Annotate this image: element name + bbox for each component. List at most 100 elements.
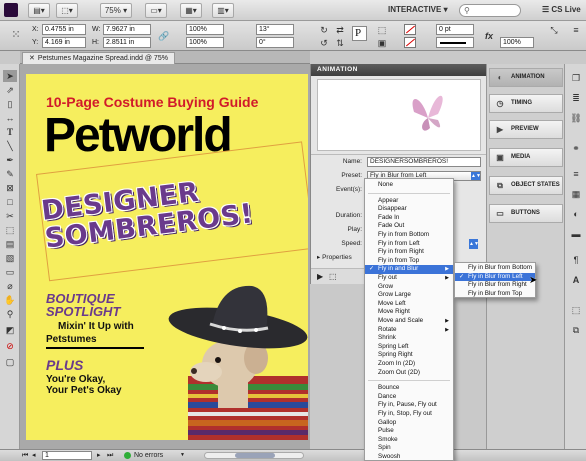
document-tab[interactable]: ✕ Petstumes Magazine Spread.indd @ 75% <box>22 52 175 64</box>
panel-button-media[interactable]: ▣ MEDIA <box>489 148 563 167</box>
preview-spread-icon[interactable]: ▶ <box>317 272 323 281</box>
fill-stroke-icon[interactable]: ◩ <box>3 324 17 336</box>
menu-item[interactable]: Zoom In (2D) <box>365 360 453 369</box>
menu-item[interactable]: Swoosh <box>365 453 453 461</box>
arrange-documents-button[interactable]: ▦▾ <box>180 3 202 18</box>
auto-fit-icon[interactable]: ⤡ <box>548 24 560 36</box>
menu-item[interactable]: Shrink <box>365 334 453 343</box>
menu-item[interactable]: Fly in from Left <box>365 240 453 249</box>
submenu-item[interactable]: Fly in Blur from Top <box>455 290 535 299</box>
flip-vertical-icon[interactable]: ⇅ <box>334 37 346 49</box>
y-position-field[interactable]: 4.169 in <box>42 37 86 48</box>
apply-none-icon[interactable]: ⊘ <box>3 340 17 352</box>
paragraph-styles-icon[interactable]: ¶ <box>570 254 582 266</box>
hyperlinks-panel-icon[interactable]: ⚭ <box>570 142 582 154</box>
rectangle-frame-icon[interactable]: ⊠ <box>3 182 17 194</box>
pen-tool-icon[interactable]: ✒ <box>3 154 17 166</box>
reference-point-icon[interactable]: ⁙ <box>10 29 22 41</box>
swatches-panel-icon[interactable]: ▦ <box>570 188 582 200</box>
view-mode-icon[interactable]: ▢ <box>3 356 17 368</box>
panel-button-buttons[interactable]: ▭ BUTTONS <box>489 204 563 223</box>
menu-item[interactable]: Zoom Out (2D) <box>365 369 453 378</box>
menu-item[interactable]: Fly in, Pause, Fly out <box>365 401 453 410</box>
horizontal-scrollbar[interactable] <box>204 452 304 459</box>
submenu-item[interactable]: ✓ Fly in Blur from Left <box>455 272 535 282</box>
preflight-menu-icon[interactable]: ▼ <box>180 450 185 461</box>
rotate-ccw-icon[interactable]: ↺ <box>318 37 330 49</box>
menu-item[interactable]: Appear <box>365 197 453 206</box>
rectangle-tool-icon[interactable]: □ <box>3 196 17 208</box>
effects-fx-icon[interactable]: fx <box>483 30 495 42</box>
menu-item[interactable]: Fly out ▶ <box>365 274 453 283</box>
menu-item[interactable]: Move Right <box>365 308 453 317</box>
menu-item[interactable]: Spin <box>365 444 453 453</box>
screen-mode-button[interactable]: ▭▾ <box>145 3 167 18</box>
bridge-button[interactable]: ⬚▾ <box>56 3 78 18</box>
close-icon[interactable]: ✕ <box>29 55 35 62</box>
rotation-field[interactable]: 13° <box>256 24 294 35</box>
pencil-tool-icon[interactable]: ✎ <box>3 168 17 180</box>
gap-tool-icon[interactable]: ↔ <box>3 112 17 124</box>
menu-item[interactable]: Spring Left <box>365 343 453 352</box>
first-page-icon[interactable]: ⏮ <box>22 450 28 461</box>
workspace-switcher[interactable]: INTERACTIVE ▾ <box>388 5 448 14</box>
layout-button[interactable]: ▥▾ <box>212 3 234 18</box>
eyedropper-tool-icon[interactable]: ⌀ <box>3 280 17 292</box>
menu-item[interactable]: Fly in, Stop, Fly out <box>365 410 453 419</box>
direct-selection-icon[interactable]: ⇗ <box>3 84 17 96</box>
color-panel-icon[interactable]: ◐ <box>570 208 582 220</box>
gradient-tool-icon[interactable]: ▤ <box>3 238 17 250</box>
x-position-field[interactable]: 0.4755 in <box>42 24 86 35</box>
zoom-level-menu[interactable]: 75% ▾ <box>100 3 132 18</box>
preset-menu[interactable]: None Appear Disappear Fade In Fade Out Fly in… <box>364 178 454 461</box>
menu-item[interactable]: Grow Large <box>365 291 453 300</box>
stroke-weight-field[interactable]: 0 pt <box>436 24 474 35</box>
opacity-field[interactable]: 100% <box>500 37 534 48</box>
menu-item[interactable]: Gallop <box>365 419 453 428</box>
panel-button-animation[interactable]: ◐ ANIMATION <box>489 68 563 87</box>
flip-horizontal-icon[interactable]: ⇄ <box>334 24 346 36</box>
gradient-feather-icon[interactable]: ▧ <box>3 252 17 264</box>
stroke-panel-icon[interactable]: ≡ <box>570 168 582 180</box>
panel-button-object-states[interactable]: ⧉ OBJECT STATES <box>489 176 563 195</box>
submenu-item[interactable]: Fly in Blur from Bottom <box>455 264 535 273</box>
menu-item[interactable]: Move and Scale ▶ <box>365 317 453 326</box>
scissors-tool-icon[interactable]: ✂ <box>3 210 17 222</box>
type-tool-icon[interactable]: T <box>3 126 17 138</box>
menu-item[interactable]: Rotate ▶ <box>365 326 453 335</box>
stroke-swatch[interactable] <box>404 37 416 48</box>
menu-item[interactable]: Spring Right <box>365 351 453 360</box>
gradient-panel-icon[interactable]: ▬ <box>570 228 582 240</box>
line-tool-icon[interactable]: ╲ <box>3 140 17 152</box>
menu-item[interactable]: Disappear <box>365 205 453 214</box>
menu-item[interactable]: None <box>365 181 453 190</box>
menu-item[interactable]: ✓ Fly in and Blur ▶ <box>365 265 453 274</box>
select-content-icon[interactable]: ▣ <box>376 37 388 49</box>
menu-item[interactable]: Move Left <box>365 300 453 309</box>
view-options-button[interactable]: ▤▾ <box>28 3 50 18</box>
scale-y-field[interactable]: 100% <box>186 37 224 48</box>
character-styles-icon[interactable]: A <box>570 274 582 286</box>
constrain-proportions-icon[interactable]: 🔗 <box>158 30 170 42</box>
stroke-type-menu[interactable] <box>436 37 474 48</box>
zoom-tool-icon[interactable]: ⚲ <box>3 308 17 320</box>
next-page-icon[interactable]: ▸ <box>97 450 101 461</box>
text-wrap-icon[interactable]: ⧉ <box>570 324 582 336</box>
animation-name-field[interactable]: DESIGNERSOMBREROS! <box>367 157 481 167</box>
show-proxy-icon[interactable]: ⬚ <box>329 272 337 281</box>
layers-panel-icon[interactable]: ≣ <box>570 92 582 104</box>
free-transform-icon[interactable]: ⬚ <box>3 224 17 236</box>
speed-dropdown-arrow[interactable]: ▲▼ <box>469 239 479 249</box>
menu-item[interactable]: Fade Out <box>365 222 453 231</box>
panel-button-timing[interactable]: ◷ TIMING <box>489 94 563 113</box>
object-styles-icon[interactable]: ⬚ <box>570 304 582 316</box>
menu-item[interactable]: Pulse <box>365 427 453 436</box>
width-field[interactable]: 7.9627 in <box>103 24 151 35</box>
pages-panel-icon[interactable]: ❐ <box>570 72 582 84</box>
rotate-cw-icon[interactable]: ↻ <box>318 24 330 36</box>
submenu-item[interactable]: Fly in Blur from Right <box>455 281 535 290</box>
menu-item[interactable]: Dance <box>365 393 453 402</box>
height-field[interactable]: 2.8511 in <box>103 37 151 48</box>
preflight-status-label[interactable]: No errors <box>134 450 163 461</box>
menu-item[interactable]: Smoke <box>365 436 453 445</box>
